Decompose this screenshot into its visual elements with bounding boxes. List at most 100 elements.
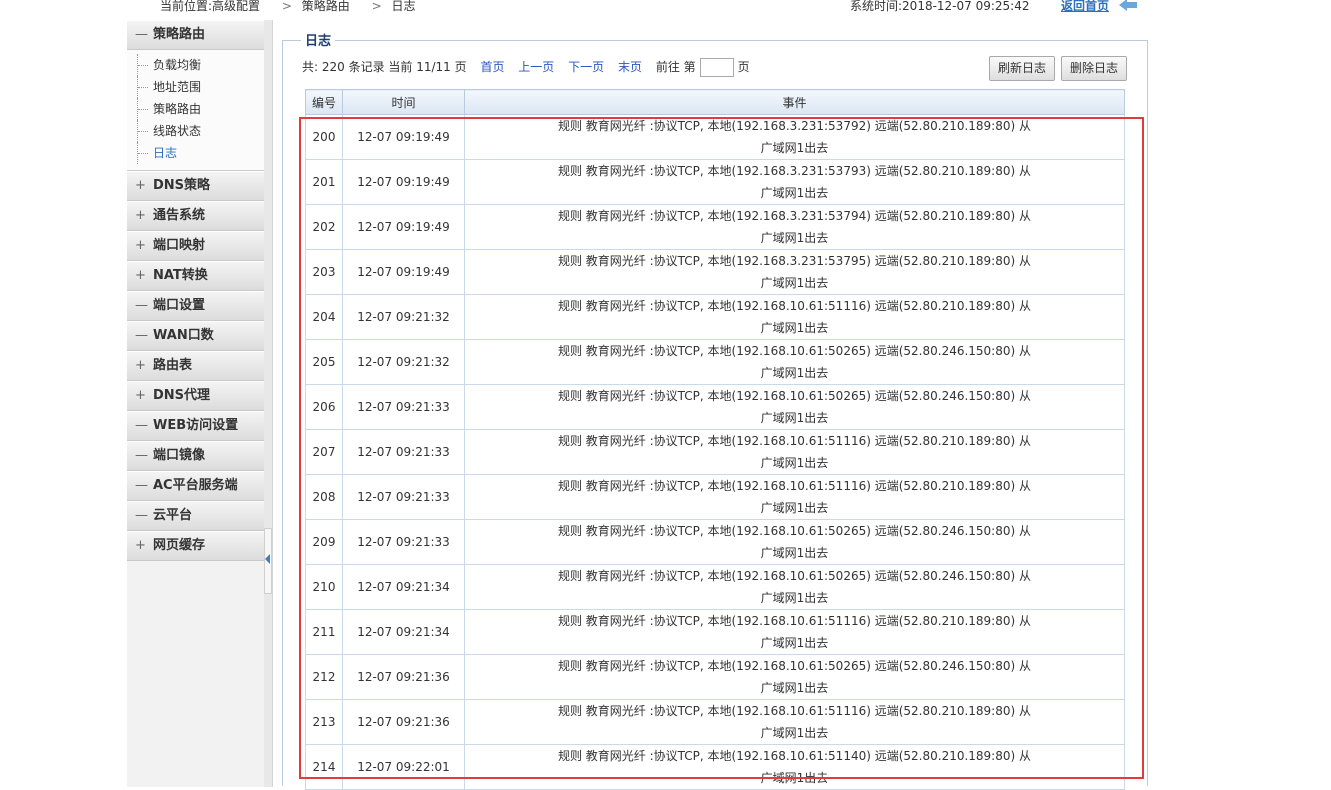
event-text-line1: 规则 教育网光纤 :协议TCP, 本地(192.168.10.61:51116)… <box>557 614 1031 628</box>
delete-log-button[interactable]: 删除日志 <box>1061 56 1128 81</box>
collapse-icon: — <box>135 478 148 493</box>
sidebar-category-label: DNS策略 <box>153 178 211 193</box>
sidebar-category-label: 策略路由 <box>153 27 206 42</box>
table-row: 206 12-07 09:21:33 规则 教育网光纤 :协议TCP, 本地(192… <box>305 384 1125 430</box>
home-link[interactable]: 返回首页 <box>1061 0 1109 14</box>
expand-icon: + <box>135 538 146 553</box>
sidebar-submenu: 负载均衡 地址范围 策略路由 线路状态 日志 <box>127 50 264 171</box>
sidebar-category[interactable]: — WEB访问设置 <box>127 411 264 441</box>
event-text-line1: 规则 教育网光纤 :协议TCP, 本地(192.168.10.61:50265)… <box>557 659 1031 673</box>
cell-id: 207 <box>305 429 343 475</box>
refresh-log-button[interactable]: 刷新日志 <box>989 56 1056 81</box>
cell-time: 12-07 09:21:33 <box>342 474 465 520</box>
cell-time: 12-07 09:19:49 <box>342 204 465 250</box>
pager-next-link[interactable]: 下一页 <box>568 60 604 74</box>
sidebar-subitem[interactable]: 策略路由 <box>137 98 264 120</box>
sidebar-category[interactable]: + 端口映射 <box>127 231 264 261</box>
pager-goto-suffix: 页 <box>737 60 750 74</box>
sidebar-category-label: 端口映射 <box>153 238 206 253</box>
cell-id: 214 <box>305 744 343 790</box>
cell-event: 规则 教育网光纤 :协议TCP, 本地(192.168.3.231:53795)… <box>464 249 1125 295</box>
sidebar-subitem[interactable]: 线路状态 <box>137 120 264 142</box>
cell-time: 12-07 09:21:33 <box>342 519 465 565</box>
sidebar-category[interactable]: + 路由表 <box>127 351 264 381</box>
sidebar-category[interactable]: + DNS代理 <box>127 381 264 411</box>
sidebar-category[interactable]: — 端口设置 <box>127 291 264 321</box>
table-row: 205 12-07 09:21:32 规则 教育网光纤 :协议TCP, 本地(192… <box>305 339 1125 385</box>
table-row: 210 12-07 09:21:34 规则 教育网光纤 :协议TCP, 本地(192… <box>305 564 1125 610</box>
sidebar-category[interactable]: + NAT转换 <box>127 261 264 291</box>
sidebar-category[interactable]: — AC平台服务端 <box>127 471 264 501</box>
sidebar-category[interactable]: + 通告系统 <box>127 201 264 231</box>
pager-last-link[interactable]: 末页 <box>618 60 642 74</box>
sidebar-category[interactable]: — 云平台 <box>127 501 264 531</box>
cell-event: 规则 教育网光纤 :协议TCP, 本地(192.168.10.61:51116)… <box>464 429 1125 475</box>
table-row: 203 12-07 09:19:49 规则 教育网光纤 :协议TCP, 本地(192… <box>305 249 1125 295</box>
sidebar-category-label: WEB访问设置 <box>153 418 239 433</box>
event-text-line2: 广域网1出去 <box>760 186 829 200</box>
pager-first-link[interactable]: 首页 <box>480 60 504 74</box>
system-time: 系统时间:2018-12-07 09:25:42 <box>850 0 1030 13</box>
cell-id: 208 <box>305 474 343 520</box>
event-text-line2: 广域网1出去 <box>760 501 829 515</box>
collapse-icon: — <box>135 508 148 523</box>
cell-id: 201 <box>305 159 343 205</box>
expand-icon: + <box>135 388 146 403</box>
cell-id: 212 <box>305 654 343 700</box>
event-text-line2: 广域网1出去 <box>760 411 829 425</box>
event-text-line1: 规则 教育网光纤 :协议TCP, 本地(192.168.3.231:53793)… <box>557 164 1031 178</box>
sidebar-category-policy-routing[interactable]: — 策略路由 <box>127 20 264 50</box>
event-text-line2: 广域网1出去 <box>760 726 829 740</box>
event-text-line2: 广域网1出去 <box>760 276 829 290</box>
cell-event: 规则 教育网光纤 :协议TCP, 本地(192.168.10.61:50265)… <box>464 519 1125 565</box>
sidebar-category-label: 路由表 <box>153 358 193 373</box>
sidebar-splitter[interactable] <box>264 20 273 787</box>
pager: 共: 220 条记录 当前 11/11 页 首页 上一页 下一页 末页 前往 第… <box>302 58 750 77</box>
cell-event: 规则 教育网光纤 :协议TCP, 本地(192.168.10.61:51116)… <box>464 474 1125 520</box>
sidebar-category-label: 端口镜像 <box>153 448 206 463</box>
sidebar-category-label: 通告系统 <box>153 208 206 223</box>
sidebar-subitem[interactable]: 负载均衡 <box>137 54 264 76</box>
event-text-line1: 规则 教育网光纤 :协议TCP, 本地(192.168.10.61:50265)… <box>557 569 1031 583</box>
breadcrumb-separator: > <box>281 0 292 13</box>
collapse-icon: — <box>135 298 148 313</box>
sidebar-category[interactable]: + 网页缓存 <box>127 531 264 561</box>
table-row: 207 12-07 09:21:33 规则 教育网光纤 :协议TCP, 本地(192… <box>305 429 1125 475</box>
event-text-line1: 规则 教育网光纤 :协议TCP, 本地(192.168.10.61:51116)… <box>557 704 1031 718</box>
cell-time: 12-07 09:22:01 <box>342 744 465 790</box>
breadcrumb: 当前位置:高级配置 > 策略路由 > 日志 <box>160 0 422 14</box>
sidebar-category[interactable]: — WAN口数 <box>127 321 264 351</box>
sidebar-subitem[interactable]: 地址范围 <box>137 76 264 98</box>
cell-time: 12-07 09:19:49 <box>342 159 465 205</box>
event-text-line2: 广域网1出去 <box>760 231 829 245</box>
expand-icon: + <box>135 268 146 283</box>
table-row: 208 12-07 09:21:33 规则 教育网光纤 :协议TCP, 本地(192… <box>305 474 1125 520</box>
collapse-icon: — <box>135 27 148 42</box>
cell-id: 209 <box>305 519 343 565</box>
event-text-line1: 规则 教育网光纤 :协议TCP, 本地(192.168.10.61:51116)… <box>557 434 1031 448</box>
table-row: 214 12-07 09:22:01 规则 教育网光纤 :协议TCP, 本地(192… <box>305 744 1125 790</box>
event-text-line2: 广域网1出去 <box>760 771 829 785</box>
cell-time: 12-07 09:21:34 <box>342 609 465 655</box>
cell-event: 规则 教育网光纤 :协议TCP, 本地(192.168.10.61:50265)… <box>464 339 1125 385</box>
page-number-input[interactable] <box>699 58 734 77</box>
app-frame: 当前位置:高级配置 > 策略路由 > 日志 系统时间:2018-12-07 09… <box>127 0 1148 790</box>
cell-time: 12-07 09:21:33 <box>342 429 465 475</box>
sidebar-category[interactable]: + DNS策略 <box>127 171 264 201</box>
collapse-arrow-icon[interactable] <box>265 554 270 564</box>
cell-time: 12-07 09:21:32 <box>342 294 465 340</box>
cell-time: 12-07 09:21:36 <box>342 699 465 745</box>
cell-id: 206 <box>305 384 343 430</box>
pager-prev-link[interactable]: 上一页 <box>518 60 554 74</box>
column-header-event: 事件 <box>464 89 1125 115</box>
event-text-line1: 规则 教育网光纤 :协议TCP, 本地(192.168.10.61:50265)… <box>557 389 1031 403</box>
home-arrow-icon[interactable] <box>1117 0 1141 12</box>
table-row: 213 12-07 09:21:36 规则 教育网光纤 :协议TCP, 本地(192… <box>305 699 1125 745</box>
table-row: 211 12-07 09:21:34 规则 教育网光纤 :协议TCP, 本地(192… <box>305 609 1125 655</box>
sidebar-subitem[interactable]: 日志 <box>137 142 264 164</box>
expand-icon: + <box>135 238 146 253</box>
sidebar-category[interactable]: — 端口镜像 <box>127 441 264 471</box>
cell-event: 规则 教育网光纤 :协议TCP, 本地(192.168.10.61:51116)… <box>464 294 1125 340</box>
sidebar-category-label: 端口设置 <box>153 298 206 313</box>
breadcrumb-policy-routing[interactable]: 策略路由 <box>302 0 350 13</box>
